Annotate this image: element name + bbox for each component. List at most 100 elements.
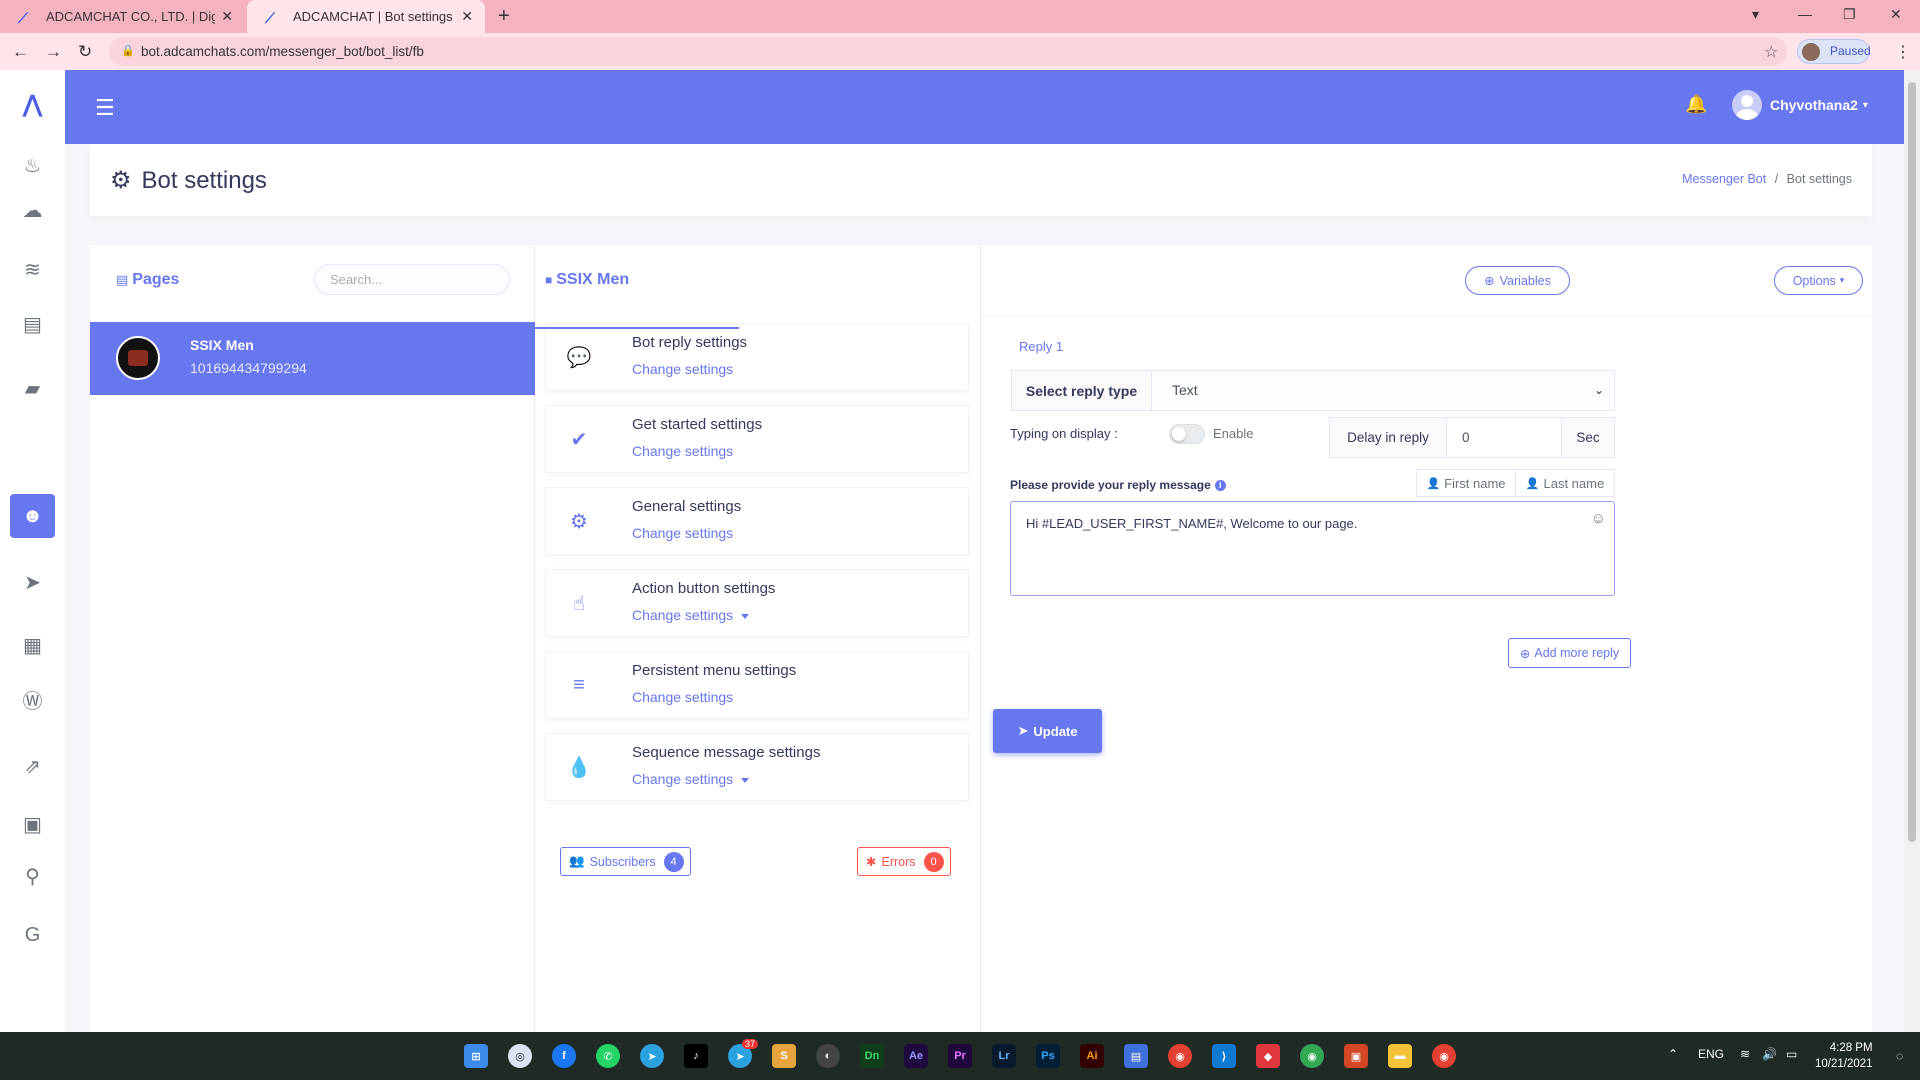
close-tab-icon[interactable]: ✕ (461, 8, 473, 25)
address-book-icon[interactable]: ▤ (0, 302, 65, 346)
reply-message-textarea[interactable]: Hi #LEAD_USER_FIRST_NAME#, Welcome to ou… (1010, 501, 1615, 596)
notepad-icon[interactable]: ▤ (1124, 1044, 1148, 1068)
profile-button[interactable]: Paused (1797, 39, 1871, 64)
change-settings-dropdown[interactable]: Change settings (632, 607, 750, 623)
sublime-icon[interactable]: S (772, 1044, 796, 1068)
facebook-app-icon[interactable]: f (552, 1044, 576, 1068)
cinema-icon[interactable]: ◐ (816, 1044, 840, 1068)
page-scrollbar[interactable] (1904, 70, 1920, 1032)
change-settings-link[interactable]: Change settings (632, 361, 733, 377)
chrome-profile-icon[interactable]: ◉ (1300, 1044, 1324, 1068)
vscode-icon[interactable]: ⟩ (1212, 1044, 1236, 1068)
share-icon[interactable]: ⇗ (0, 744, 65, 788)
new-tab-button[interactable]: + (498, 5, 510, 28)
first-name-button[interactable]: 👤 First name (1416, 469, 1516, 497)
page-search-input[interactable]: Search... (314, 264, 510, 295)
update-button[interactable]: ➤ Update (993, 709, 1102, 753)
tray-chevron-icon[interactable]: ⌃ (1668, 1047, 1678, 1061)
hamburger-menu-icon[interactable]: ☰ (95, 95, 115, 121)
notification-bell-icon[interactable]: 🔔 (1685, 94, 1707, 115)
change-settings-link[interactable]: Change settings (632, 525, 733, 541)
reload-icon[interactable]: ↻ (78, 42, 92, 62)
volume-icon[interactable]: 🔊 (1762, 1047, 1777, 1061)
reply-type-select[interactable]: Text ⌄ (1151, 370, 1615, 411)
message-label: Please provide your reply message i (1010, 478, 1226, 492)
browser-menu-icon[interactable]: ⋮ (1895, 42, 1911, 62)
errors-button[interactable]: ✱ Errors 0 (857, 847, 951, 876)
paper-plane-icon[interactable]: ➤ (0, 560, 65, 604)
change-settings-link[interactable]: Change settings (632, 443, 733, 459)
office-icon[interactable]: ▣ (1344, 1044, 1368, 1068)
image-icon[interactable]: ▣ (0, 802, 65, 846)
illustrator-icon[interactable]: Ai (1080, 1044, 1104, 1068)
info-icon[interactable]: i (1214, 480, 1226, 492)
variables-button[interactable]: ⊕ Variables (1465, 266, 1570, 295)
add-more-reply-button[interactable]: ⊕ Add more reply (1508, 638, 1631, 668)
notifications-icon[interactable]: ◌ (1896, 1049, 1903, 1063)
store-icon[interactable]: ▦ (0, 623, 65, 667)
layers-icon[interactable]: ≋ (0, 247, 65, 291)
typing-toggle[interactable] (1169, 424, 1205, 444)
comment-icon[interactable]: ▰ (0, 366, 65, 410)
battery-icon[interactable]: ▭ (1786, 1047, 1797, 1061)
app-icon[interactable]: ◎ (508, 1044, 532, 1068)
back-icon[interactable]: ← (12, 42, 29, 62)
fire-icon[interactable]: ♨ (0, 143, 65, 187)
setting-name: General settings (632, 498, 742, 515)
change-settings-dropdown[interactable]: Change settings (632, 771, 750, 787)
wifi-icon[interactable]: ≋ (1740, 1047, 1750, 1061)
forward-icon[interactable]: → (45, 42, 62, 62)
change-settings-link[interactable]: Change settings (632, 689, 733, 705)
setting-sequence-message: 💧 Sequence message settings Change setti… (545, 733, 969, 801)
robot-icon[interactable]: ☻ (10, 494, 55, 538)
telegram-icon[interactable]: ➤ (640, 1044, 664, 1068)
url-bar[interactable]: 🔒 bot.adcamchats.com/messenger_bot/bot_l… (109, 37, 1787, 66)
close-tab-icon[interactable]: ✕ (221, 8, 233, 25)
brand-logo-icon[interactable]: ⋀ (0, 82, 65, 126)
lock-icon: 🔒 (121, 45, 135, 57)
tiktok-icon[interactable]: ♪ (684, 1044, 708, 1068)
subscribers-label: Subscribers (589, 854, 656, 869)
browser-tab-1[interactable]: ⟋ ADCAMCHAT CO., LTD. | Digital M ✕ (0, 0, 245, 33)
tab-reply-1[interactable]: Reply 1 (1019, 339, 1063, 354)
last-name-button[interactable]: 👤 Last name (1515, 469, 1615, 497)
options-button[interactable]: Options ▾ (1774, 266, 1863, 295)
close-window-button[interactable]: ✕ (1890, 6, 1902, 23)
photoshop-icon[interactable]: Ps (1036, 1044, 1060, 1068)
premiere-icon[interactable]: Pr (948, 1044, 972, 1068)
emoji-picker-icon[interactable]: ☺ (1591, 510, 1606, 527)
language-indicator[interactable]: ENG (1698, 1047, 1724, 1061)
page-list-item[interactable]: SSIX Men 101694434799294 (90, 322, 535, 395)
minimize-button[interactable]: — (1798, 6, 1812, 22)
section-header: ⚙ Bot settings Messenger Bot / Bot setti… (90, 144, 1872, 216)
taskbar-clock[interactable]: 4:28 PM 10/21/2021 (1815, 1040, 1873, 1072)
reply-type-label: Select reply type (1011, 370, 1152, 411)
google-icon[interactable]: G (0, 913, 65, 957)
dimension-icon[interactable]: Dn (860, 1044, 884, 1068)
gear-icon: ⚙ (570, 510, 588, 533)
anydesk-icon[interactable]: ◆ (1256, 1044, 1280, 1068)
search-icon[interactable]: ⚲ (0, 854, 65, 898)
subscribers-button[interactable]: 👥 Subscribers 4 (560, 847, 691, 876)
after-effects-icon[interactable]: Ae (904, 1044, 928, 1068)
wordpress-icon[interactable]: Ⓦ (0, 677, 65, 721)
chrome-active-icon[interactable]: ◉ (1432, 1044, 1456, 1068)
drop-icon: 💧 (566, 756, 592, 779)
whatsapp-icon[interactable]: ✆ (596, 1044, 620, 1068)
user-menu[interactable]: Chyvothana2 ▾ (1732, 90, 1868, 120)
windows-start-icon[interactable]: ⊞ (464, 1044, 488, 1068)
file-explorer-icon[interactable]: ▬ (1388, 1044, 1412, 1068)
url-text: bot.adcamchats.com/messenger_bot/bot_lis… (141, 44, 424, 59)
breadcrumb-link[interactable]: Messenger Bot (1682, 172, 1766, 186)
pointer-hand-icon: ☝ (572, 592, 586, 615)
bookmark-star-icon[interactable]: ☆ (1764, 42, 1778, 62)
tab-search-icon[interactable]: ▾ (1752, 6, 1759, 23)
browser-tab-2[interactable]: ⟋ ADCAMCHAT | Bot settings ✕ (247, 0, 485, 33)
restore-button[interactable]: ❐ (1843, 6, 1856, 23)
chrome-icon[interactable]: ◉ (1168, 1044, 1192, 1068)
cloud-download-icon[interactable]: ☁ (0, 188, 65, 232)
user-avatar (1732, 90, 1762, 120)
delay-input[interactable]: 0 (1446, 417, 1562, 458)
scrollbar-thumb[interactable] (1908, 82, 1916, 842)
lightroom-icon[interactable]: Lr (992, 1044, 1016, 1068)
